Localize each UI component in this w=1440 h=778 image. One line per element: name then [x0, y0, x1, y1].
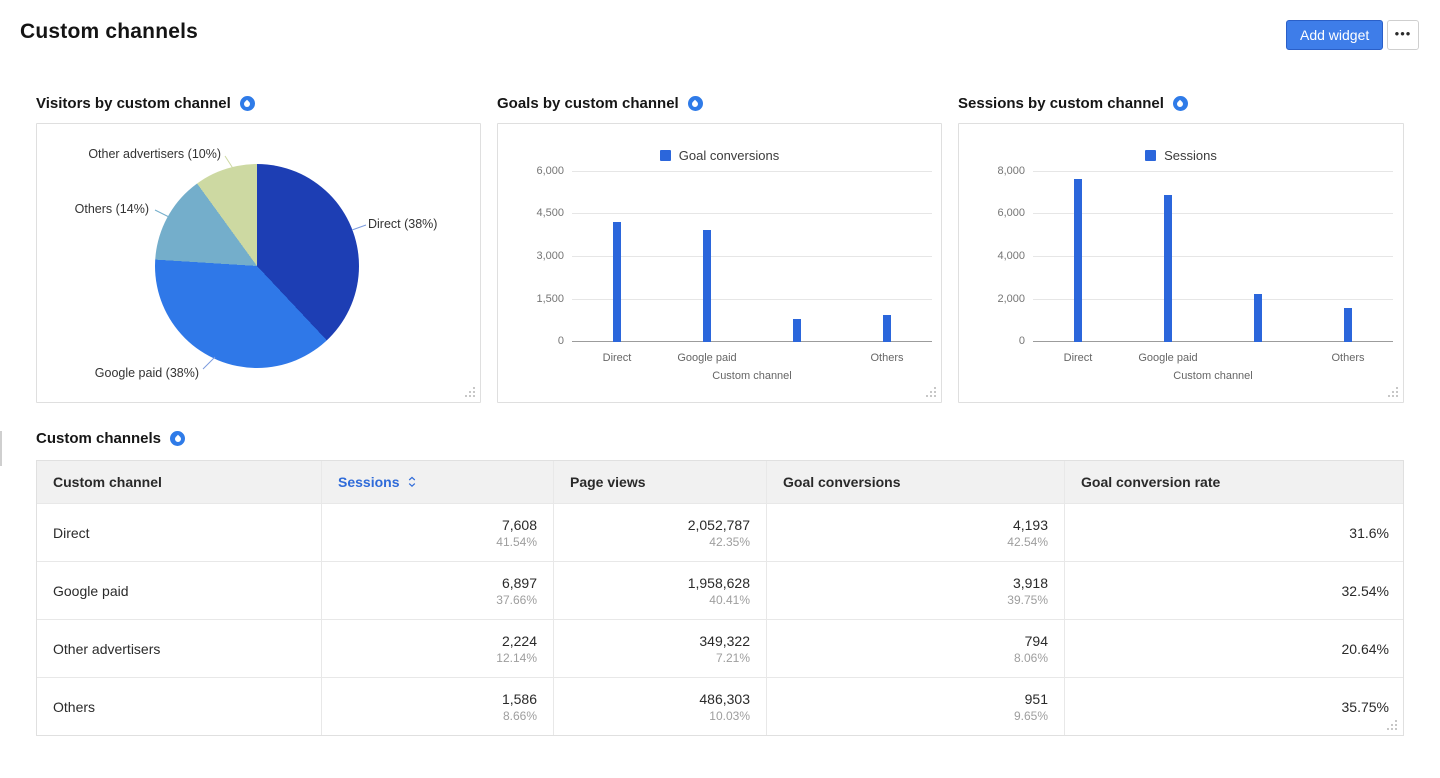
custom-channels-table: Custom channel Sessions Page views Goal … — [36, 460, 1404, 736]
goals-legend-label: Goal conversions — [678, 148, 780, 163]
bar-other-advertisers[interactable] — [1254, 294, 1262, 342]
bar-other-advertisers[interactable] — [793, 319, 801, 342]
pageviews-cell: 486,303 10.03% — [553, 678, 766, 735]
sessions-x-axis-title: Custom channel — [1173, 370, 1253, 382]
table-header-row: Custom channel Sessions Page views Goal … — [37, 461, 1403, 503]
sessions-x-labels: Direct Google paid Others — [1063, 352, 1365, 364]
dashboard-page: Custom channels Add widget ••• Visitors … — [0, 0, 1440, 778]
analytics-drop-icon[interactable] — [239, 96, 255, 111]
page-title: Custom channels — [20, 20, 199, 43]
sessions-ytick: 0 — [1018, 335, 1025, 347]
table-row: Other advertisers 2,224 12.14% 349,322 7.2… — [37, 619, 1403, 677]
sessions-header-label: Sessions — [338, 474, 400, 490]
rate-cell: 31.6% — [1064, 504, 1405, 561]
drop-glyph — [690, 99, 700, 108]
table-row: Google paid 6,897 37.66% 1,958,628 40.41% … — [37, 561, 1403, 619]
goals-ytick: 3,000 — [536, 250, 564, 262]
goals-widget-title: Goals by custom channel — [497, 95, 703, 112]
drop-glyph — [173, 434, 182, 443]
rate-cell: 32.54% — [1064, 562, 1405, 619]
goals-ytick: 6,000 — [536, 165, 564, 177]
drop-glyph — [243, 99, 252, 108]
channel-cell: Other advertisers — [53, 640, 161, 657]
channel-cell: Direct — [53, 524, 90, 541]
pie-widget-title: Visitors by custom channel — [36, 95, 255, 112]
goals-ytick: 4,500 — [536, 207, 564, 219]
column-header-page-views[interactable]: Page views — [553, 461, 766, 503]
pie-label-google-paid: Google paid (38%) — [94, 366, 199, 380]
sessions-legend-label: Sessions — [1164, 148, 1217, 163]
ellipsis-icon: ••• — [1394, 26, 1412, 41]
analytics-drop-icon[interactable] — [170, 431, 186, 446]
conversions-cell: 4,193 42.54% — [766, 504, 1064, 561]
analytics-drop-icon[interactable] — [687, 96, 703, 111]
goals-chart-widget: Goal conversions 6,000 4,500 3,000 1,500… — [497, 123, 942, 403]
sort-icon — [409, 476, 416, 488]
table-title-text: Custom channels — [36, 430, 162, 447]
sessions-ytick: 6,000 — [997, 207, 1025, 219]
rate-cell: 20.64% — [1064, 620, 1405, 677]
sessions-chart-widget: Sessions 8,000 6,000 4,000 2,000 0 Direc… — [958, 123, 1404, 403]
pie-widget-title-text: Visitors by custom channel — [36, 95, 231, 112]
column-header-custom-channel[interactable]: Custom channel — [37, 461, 321, 503]
legend-swatch-icon — [1145, 150, 1157, 161]
conversions-cell: 794 8.06% — [766, 620, 1064, 677]
channel-cell: Google paid — [53, 582, 129, 599]
goals-x-axis-title: Custom channel — [712, 370, 792, 382]
rate-cell: 35.75% — [1064, 678, 1405, 735]
add-widget-button[interactable]: Add widget — [1286, 20, 1384, 50]
bar-google-paid[interactable] — [703, 230, 711, 342]
channel-cell: Others — [53, 698, 96, 715]
legend-swatch-icon — [659, 150, 671, 161]
bar-others[interactable] — [1344, 308, 1352, 342]
left-edge-marker — [0, 431, 2, 466]
sessions-cell: 2,224 12.14% — [321, 620, 553, 677]
goals-ytick: 0 — [557, 335, 564, 347]
pie-label-other-advertisers: Other advertisers (10%) — [88, 147, 221, 161]
table-row: Others 1,586 8.66% 486,303 10.03% 951 9.65%… — [37, 677, 1403, 735]
column-header-goal-conversions[interactable]: Goal conversions — [766, 461, 1064, 503]
resize-handle-icon[interactable] — [464, 386, 476, 398]
goals-legend[interactable]: Goal conversions — [498, 148, 941, 163]
goals-widget-title-text: Goals by custom channel — [497, 95, 679, 112]
pie-label-direct: Direct (38%) — [368, 217, 438, 231]
more-options-button[interactable]: ••• — [1387, 20, 1419, 50]
sessions-ytick: 8,000 — [997, 165, 1025, 177]
pie-label-others: Others (14%) — [74, 202, 149, 216]
sessions-cell: 7,608 41.54% — [321, 504, 553, 561]
goals-ytick: 1,500 — [536, 293, 564, 305]
goals-bars — [572, 171, 932, 342]
sessions-ytick: 2,000 — [997, 293, 1025, 305]
analytics-drop-icon[interactable] — [1172, 96, 1188, 111]
table-widget-title: Custom channels — [36, 430, 186, 447]
resize-handle-icon[interactable] — [925, 386, 937, 398]
bar-google-paid[interactable] — [1164, 195, 1172, 342]
goals-x-labels: Direct Google paid Others — [602, 352, 904, 364]
pie-chart-widget: Other advertisers (10%) Others (14%) Dir… — [36, 123, 481, 403]
resize-handle-icon[interactable] — [1386, 719, 1398, 731]
table-row: Direct 7,608 41.54% 2,052,787 42.35% 4,193… — [37, 503, 1403, 561]
resize-handle-icon[interactable] — [1387, 386, 1399, 398]
drop-glyph — [1176, 99, 1185, 108]
conversions-cell: 951 9.65% — [766, 678, 1064, 735]
column-header-goal-conversion-rate[interactable]: Goal conversion rate — [1064, 461, 1405, 503]
sessions-legend[interactable]: Sessions — [959, 148, 1403, 163]
bar-others[interactable] — [883, 315, 891, 342]
sessions-cell: 6,897 37.66% — [321, 562, 553, 619]
pie-chart — [155, 164, 359, 368]
sessions-widget-title: Sessions by custom channel — [958, 95, 1188, 112]
pageviews-cell: 349,322 7.21% — [553, 620, 766, 677]
conversions-cell: 3,918 39.75% — [766, 562, 1064, 619]
sessions-cell: 1,586 8.66% — [321, 678, 553, 735]
sessions-widget-title-text: Sessions by custom channel — [958, 95, 1164, 112]
column-header-sessions[interactable]: Sessions — [321, 461, 553, 503]
sessions-ytick: 4,000 — [997, 250, 1025, 262]
pageviews-cell: 2,052,787 42.35% — [553, 504, 766, 561]
bar-direct[interactable] — [613, 222, 621, 342]
pageviews-cell: 1,958,628 40.41% — [553, 562, 766, 619]
sessions-bars — [1033, 171, 1393, 342]
bar-direct[interactable] — [1074, 179, 1082, 342]
